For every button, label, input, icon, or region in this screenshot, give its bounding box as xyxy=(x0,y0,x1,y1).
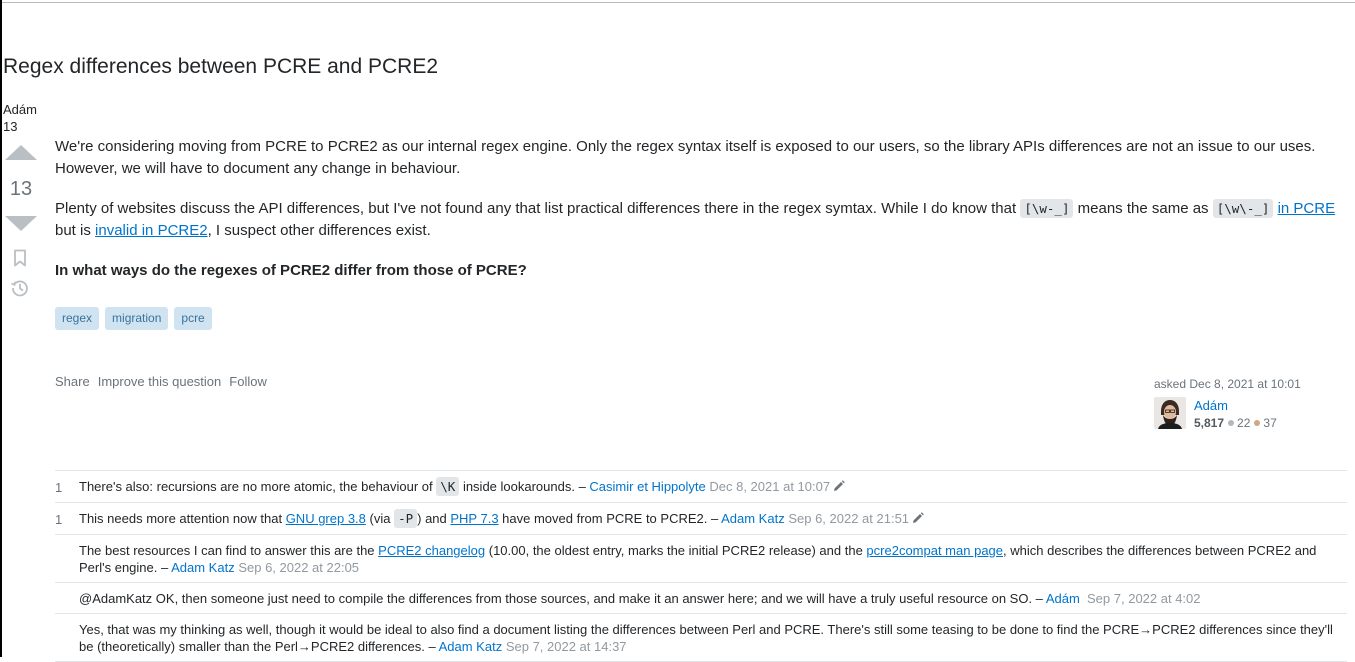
comment-user-link[interactable]: Adam Katz xyxy=(171,560,235,575)
comment-user-link[interactable]: Casimir et Hippolyte xyxy=(589,479,705,494)
user-name-link[interactable]: Adám xyxy=(1194,398,1228,413)
inline-code: -P xyxy=(394,509,418,529)
inline-code: \K xyxy=(436,477,460,496)
comment-item: @AdamKatz OK, then someone just need to … xyxy=(55,583,1347,615)
asker-mini-number: 13 xyxy=(3,119,18,134)
comment-text: Yes, that was my thinking as well, thoug… xyxy=(79,622,1333,655)
body-paragraph-3: In what ways do the regexes of PCRE2 dif… xyxy=(55,260,1345,282)
bookmark-icon[interactable] xyxy=(10,248,30,268)
comment-list: 1 There's also: recursions are no more a… xyxy=(55,470,1347,662)
asker-mini-name: Adám xyxy=(3,102,37,117)
comment-text: have moved from PCRE to PCRE2. – xyxy=(498,511,722,527)
comment-date[interactable]: Sep 6, 2022 at 21:51 xyxy=(788,511,909,526)
comment-date[interactable]: Sep 7, 2022 at 14:37 xyxy=(506,639,627,654)
upvote-icon[interactable] xyxy=(5,145,37,160)
comment-text: (10.00, the oldest entry, marks the init… xyxy=(485,543,867,559)
comment-date[interactable]: Sep 7, 2022 at 4:02 xyxy=(1087,591,1200,606)
body-text: but is xyxy=(55,222,96,239)
body-text: means the same as xyxy=(1073,200,1213,217)
comment-user-link[interactable]: Adam Katz xyxy=(721,511,785,526)
comment-text: @AdamKatz OK, then someone just need to … xyxy=(79,591,1046,607)
comment-item: 1 There's also: recursions are no more a… xyxy=(55,471,1347,504)
vote-count: 13 xyxy=(9,178,33,200)
inline-code: [\w-_] xyxy=(1020,199,1074,218)
history-icon[interactable] xyxy=(10,278,30,298)
bold-question: In what ways do the regexes of PCRE2 dif… xyxy=(55,262,527,279)
comment-score: 1 xyxy=(55,512,63,528)
reputation-score: 5,817 xyxy=(1194,416,1225,430)
comment-item: The best resources I can find to answer … xyxy=(55,535,1347,584)
question-body: We're considering moving from PCRE to PC… xyxy=(55,136,1345,300)
asker-mini-label: Adám 13 xyxy=(3,101,37,135)
in-pcre-link[interactable]: in PCRE xyxy=(1278,200,1336,217)
pcre2compat-link[interactable]: pcre2compat man page xyxy=(866,543,1003,558)
inline-code: [\w\-_] xyxy=(1212,199,1274,218)
body-paragraph-2: Plenty of websites discuss the API diffe… xyxy=(55,198,1345,242)
body-text: Plenty of websites discuss the API diffe… xyxy=(55,200,1021,217)
comment-score: 1 xyxy=(55,480,63,495)
bronze-badge-count: 37 xyxy=(1263,416,1277,430)
window-left-edge xyxy=(0,0,2,657)
comment-user-link[interactable]: Adam Katz xyxy=(439,639,503,654)
question-title[interactable]: Regex differences between PCRE and PCRE2 xyxy=(3,55,438,79)
comment-item: Yes, that was my thinking as well, thoug… xyxy=(55,614,1347,662)
tag-list: regex migration pcre xyxy=(55,307,212,330)
edit-pencil-icon[interactable] xyxy=(912,511,924,528)
improve-question-link[interactable]: Improve this question xyxy=(98,374,222,389)
gnu-grep-link[interactable]: GNU grep 3.8 xyxy=(286,511,366,526)
bronze-badge-icon xyxy=(1254,420,1261,426)
comment-text: The best resources I can find to answer … xyxy=(79,543,379,559)
comment-item: 1 This needs more attention now that GNU… xyxy=(55,503,1347,536)
tag-pcre[interactable]: pcre xyxy=(174,307,212,330)
downvote-icon[interactable] xyxy=(5,216,37,231)
comment-user-link[interactable]: Adám xyxy=(1046,591,1080,606)
comment-text: This needs more attention now that xyxy=(79,511,286,527)
body-text: , I suspect other differences exist. xyxy=(207,222,431,239)
comment-date[interactable]: Sep 6, 2022 at 22:05 xyxy=(238,560,359,575)
top-divider xyxy=(2,2,1355,3)
comment-text: There's also: recursions are no more ato… xyxy=(79,479,437,494)
share-link[interactable]: Share xyxy=(55,374,90,389)
comment-text: (via xyxy=(365,511,395,527)
vote-column: 13 xyxy=(4,145,38,231)
avatar[interactable] xyxy=(1154,397,1186,429)
comment-text: ) and xyxy=(417,511,451,527)
silver-badge-count: 22 xyxy=(1237,416,1251,430)
comment-date[interactable]: Dec 8, 2021 at 10:07 xyxy=(709,479,830,494)
edit-pencil-icon[interactable] xyxy=(833,479,845,496)
tag-regex[interactable]: regex xyxy=(55,307,100,330)
user-reputation: 5,817 22 37 xyxy=(1194,416,1277,430)
silver-badge-icon xyxy=(1228,420,1235,426)
follow-link[interactable]: Follow xyxy=(229,374,267,389)
body-paragraph-1: We're considering moving from PCRE to PC… xyxy=(55,138,1316,177)
php-link[interactable]: PHP 7.3 xyxy=(450,511,498,526)
post-actions: Share Improve this question Follow xyxy=(55,374,267,389)
pcre2-changelog-link[interactable]: PCRE2 changelog xyxy=(378,543,485,558)
invalid-in-pcre2-link[interactable]: invalid in PCRE2 xyxy=(95,222,208,239)
asked-timestamp: asked Dec 8, 2021 at 10:01 xyxy=(1154,377,1301,391)
tag-migration[interactable]: migration xyxy=(105,307,169,330)
comment-text: inside lookarounds. – xyxy=(459,479,590,494)
